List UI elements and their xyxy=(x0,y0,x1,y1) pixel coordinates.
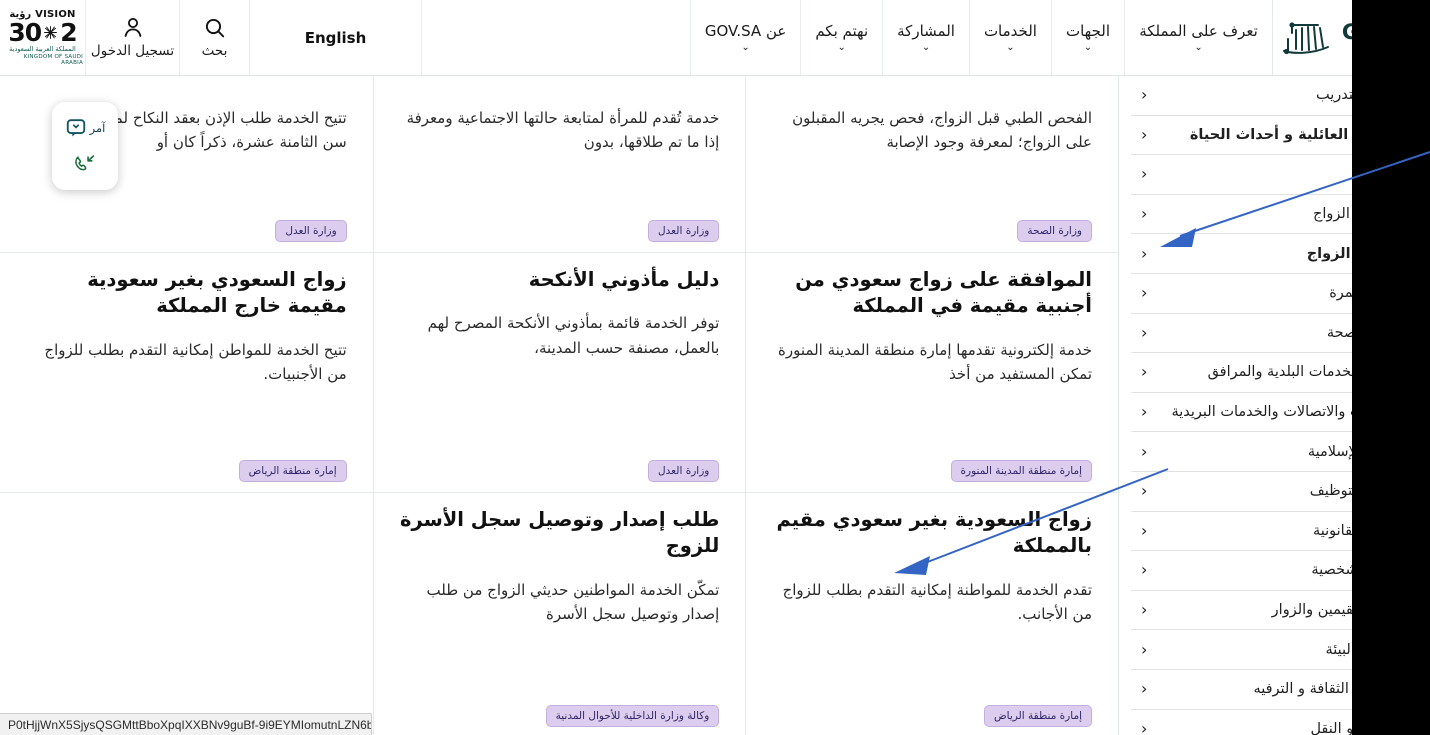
assistant-label: آمر xyxy=(89,120,106,135)
service-card[interactable]: زواج السعودي بغير سعودية مقيمة خارج المم… xyxy=(0,253,373,493)
service-card-agency-badge: إمارة منطقة الرياض xyxy=(238,460,347,482)
assistant-chat-row[interactable]: آمر xyxy=(65,117,106,139)
floating-assistant-widget[interactable]: آمر xyxy=(52,102,118,190)
login-button[interactable]: تسجيل الدخول xyxy=(85,0,179,75)
services-card-grid: الفحص الطبي قبل الزواج، فحص يجريه المقبل… xyxy=(0,76,1118,735)
chevron-left-icon: ‹ xyxy=(1141,204,1148,224)
phone-callback-icon xyxy=(75,154,95,170)
service-card-title: الموافقة على زواج سعودي من أجنبية مقيمة … xyxy=(795,268,1092,318)
nav-item-about-kingdom[interactable]: تعرف على المملكة ⌄ xyxy=(1124,0,1272,75)
services-results-area: الفحص الطبي قبل الزواج، فحص يجريه المقبل… xyxy=(0,76,1118,735)
service-card-agency-badge: وزارة العدل xyxy=(648,460,720,482)
chevron-left-icon: ‹ xyxy=(1141,600,1148,620)
vision-palm-emblem-icon xyxy=(44,26,58,39)
vision-kingdom-en: KINGDOM OF SAUDI ARABIA xyxy=(23,54,83,67)
search-icon xyxy=(205,18,224,38)
chevron-left-icon: ‹ xyxy=(1141,164,1148,184)
nav-spacer xyxy=(421,0,690,75)
browser-status-bar: P0tHjjWnX5SjysQSGMttBboXpqIXXBNv9guBf-9i… xyxy=(0,713,372,735)
chevron-left-icon: ‹ xyxy=(1141,481,1148,501)
chevron-down-icon: ⌄ xyxy=(1194,42,1203,53)
chevron-left-icon: ‹ xyxy=(1141,124,1148,144)
user-icon xyxy=(124,18,141,37)
chevron-left-icon: ‹ xyxy=(1141,679,1148,699)
service-card[interactable]: دليل مأذوني الأنكحة توفر الخدمة قائمة بم… xyxy=(372,253,746,493)
service-card[interactable]: خدمة تُقدم للمرأة لمتابعة حالتها الاجتما… xyxy=(372,76,746,253)
vision-2030-logo[interactable]: VISION رؤية 2 30 المملكة العربية السعودي… xyxy=(0,0,85,75)
search-button[interactable]: بحث xyxy=(179,0,249,75)
chevron-down-icon: ⌄ xyxy=(1006,42,1015,53)
service-card-description: تتيح الخدمة للمواطن إمكانية التقدم بطلب … xyxy=(44,340,347,383)
login-button-label: تسجيل الدخول xyxy=(90,43,175,59)
nav-item-label: الجهات xyxy=(1065,22,1110,40)
chevron-down-icon: ⌄ xyxy=(921,42,931,53)
nav-item-we-care[interactable]: نهتم بكم ⌄ xyxy=(800,0,882,75)
nav-item-services[interactable]: الخدمات ⌄ xyxy=(968,0,1051,75)
service-card[interactable]: الفحص الطبي قبل الزواج، فحص يجريه المقبل… xyxy=(745,76,1118,253)
nav-item-label: عن GOV.SA xyxy=(704,22,787,40)
language-toggle-english[interactable]: English xyxy=(249,0,421,75)
service-card-agency-badge: وكالة وزارة الداخلية للأحوال المدنية xyxy=(545,705,720,727)
nav-item-participation[interactable]: المشاركة ⌄ xyxy=(882,0,969,75)
service-card-title: طلب إصدار وتوصيل سجل الأسرة للزوج xyxy=(399,508,720,558)
nav-item-label: الخدمات xyxy=(983,22,1037,40)
service-card-description: خدمة تُقدم للمرأة لمتابعة حالتها الاجتما… xyxy=(406,109,720,152)
nav-item-label: المشاركة xyxy=(897,22,955,40)
service-card-agency-badge: وزارة العدل xyxy=(648,220,720,242)
emblem-dot-top xyxy=(1289,21,1295,28)
language-toggle-label: English xyxy=(304,28,367,47)
service-card-agency-badge: إمارة منطقة المدينة المنورة xyxy=(950,460,1092,482)
govsa-emblem-icon xyxy=(1282,21,1329,54)
service-card-description: تقدم الخدمة للمواطنة إمكانية التقدم بطلب… xyxy=(782,580,1092,623)
chevron-down-icon: ⌄ xyxy=(741,42,750,53)
search-button-label: بحث xyxy=(201,43,228,59)
chevron-left-icon: ‹ xyxy=(1141,639,1148,659)
browser-viewport: GOV.SA المنصة الوطنية الموحدة xyxy=(0,0,1430,735)
chevron-left-icon: ‹ xyxy=(1141,560,1148,580)
service-card-title: زواج السعودي بغير سعودية مقيمة خارج المم… xyxy=(87,268,347,318)
service-card-title: زواج السعودية بغير سعودي مقيم بالمملكة xyxy=(776,508,1092,558)
service-card-agency-badge: إمارة منطقة الرياض xyxy=(983,705,1092,727)
chevron-left-icon: ‹ xyxy=(1141,283,1148,303)
status-bar-url: P0tHjjWnX5SjysQSGMttBboXpqIXXBNv9guBf-9i… xyxy=(8,717,372,732)
service-card[interactable]: طلب إصدار وتوصيل سجل الأسرة للزوج تمكّن … xyxy=(372,493,746,735)
service-card-agency-badge: وزارة العدل xyxy=(275,220,347,242)
chevron-left-icon: ‹ xyxy=(1141,243,1148,263)
nav-item-about-govsa[interactable]: عن GOV.SA ⌄ xyxy=(689,0,800,75)
chevron-left-icon: ‹ xyxy=(1141,719,1148,735)
service-card[interactable]: الموافقة على زواج سعودي من أجنبية مقيمة … xyxy=(745,253,1118,493)
chevron-left-icon: ‹ xyxy=(1141,441,1148,461)
service-card-description: توفر الخدمة قائمة بمأذوني الأنكحة المصرح… xyxy=(427,314,720,357)
emblem-dot-bottom xyxy=(1283,48,1289,54)
service-card-agency-badge: وزارة الصحة xyxy=(1017,220,1092,242)
service-card[interactable]: زواج السعودية بغير سعودي مقيم بالمملكة ت… xyxy=(745,493,1118,735)
service-card-description: تمكّن الخدمة المواطنين حديثي الزواج من ط… xyxy=(426,580,720,623)
chat-bubble-icon xyxy=(66,118,85,137)
chevron-down-icon: ⌄ xyxy=(1083,42,1093,53)
chevron-left-icon: ‹ xyxy=(1141,520,1148,540)
page-body: التعليم والتدريب ‹ المسائل العائلية و أح… xyxy=(0,76,1430,735)
service-card-description: خدمة إلكترونية تقدمها إمارة منطقة المدين… xyxy=(778,340,1092,383)
nav-item-label: نهتم بكم xyxy=(815,22,869,40)
top-navigation-bar: GOV.SA المنصة الوطنية الموحدة xyxy=(0,0,1430,76)
nav-item-entities[interactable]: الجهات ⌄ xyxy=(1050,0,1124,75)
screenshot-black-margin xyxy=(1352,0,1430,735)
service-card-empty xyxy=(0,493,373,735)
service-card-title: دليل مأذوني الأنكحة xyxy=(528,268,720,291)
assistant-callback-row[interactable] xyxy=(72,152,98,176)
chevron-down-icon: ⌄ xyxy=(837,42,846,53)
nav-item-label: تعرف على المملكة xyxy=(1139,22,1258,40)
vision-kingdom-ar: المملكة العربية السعودية xyxy=(9,45,76,54)
vision-number-left: 2 xyxy=(60,17,77,47)
service-card-description: الفحص الطبي قبل الزواج، فحص يجريه المقبل… xyxy=(792,109,1092,152)
chevron-left-icon: ‹ xyxy=(1141,402,1148,422)
vision-number-right: 30 xyxy=(8,17,42,47)
chevron-left-icon: ‹ xyxy=(1141,322,1148,342)
chevron-left-icon: ‹ xyxy=(1141,85,1148,105)
chevron-left-icon: ‹ xyxy=(1141,362,1148,382)
